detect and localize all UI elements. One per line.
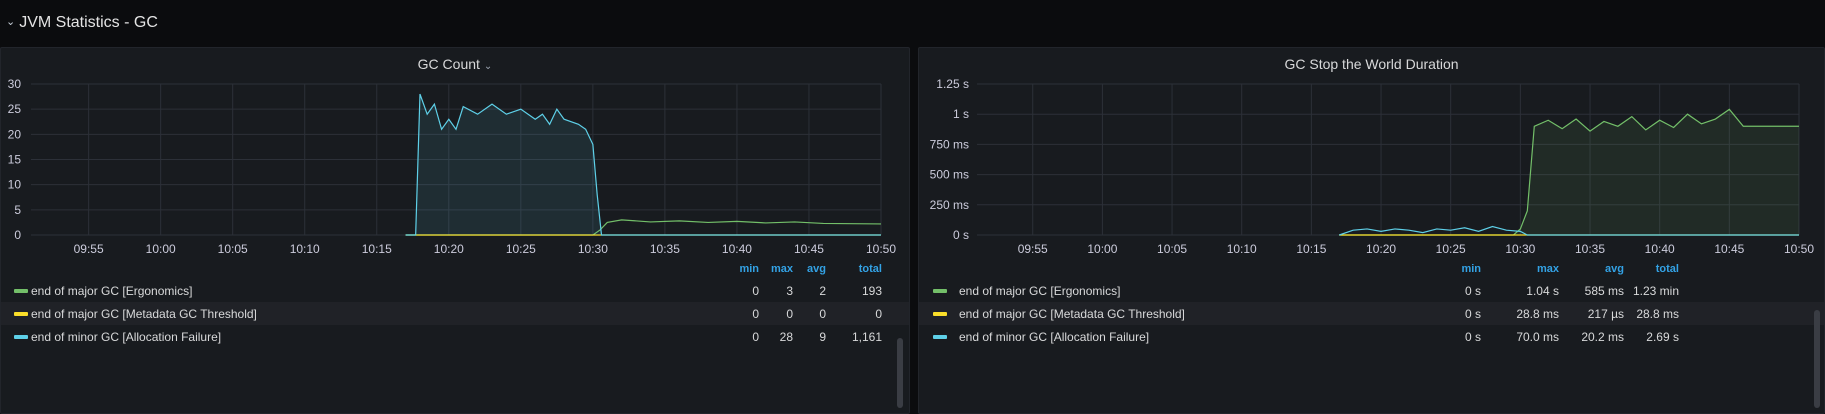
legend-value-max: 3 bbox=[786, 284, 793, 298]
legend-header-total[interactable]: total bbox=[1656, 263, 1679, 275]
gc-stw-duration-chart[interactable]: 0 s 250 ms 500 ms 750 ms 1 s 1.25 s 09:55 10:00… bbox=[919, 48, 1825, 308]
x-tick-label: 10:05 bbox=[218, 242, 248, 256]
chevron-down-icon[interactable]: ⌄ bbox=[6, 15, 15, 28]
legend-header-avg[interactable]: avg bbox=[807, 263, 826, 275]
legend-header-min[interactable]: min bbox=[1461, 263, 1481, 275]
x-tick-label: 10:40 bbox=[1645, 242, 1675, 256]
legend-swatch[interactable] bbox=[933, 335, 947, 339]
x-tick-label: 10:00 bbox=[146, 242, 176, 256]
legend-value-avg: 9 bbox=[819, 330, 826, 344]
x-tick-label: 10:25 bbox=[506, 242, 536, 256]
legend-value-total: 28.8 ms bbox=[1636, 307, 1679, 321]
row-title[interactable]: ⌄ JVM Statistics - GC bbox=[6, 14, 158, 32]
y-tick-label: 1 s bbox=[953, 107, 969, 121]
legend-value-max: 0 bbox=[786, 307, 793, 321]
legend-value-total: 0 bbox=[875, 307, 882, 321]
legend-value-min: 0 s bbox=[1464, 307, 1481, 321]
y-tick-label: 750 ms bbox=[930, 137, 969, 151]
legend-value-max: 28.8 ms bbox=[1516, 307, 1559, 321]
gc-count-panel: GC Count ⌄ 0 5 10 15 20 25 30 09:55 10:00 10:05 10:… bbox=[0, 47, 910, 414]
legend-swatch[interactable] bbox=[14, 335, 28, 339]
x-tick-label: 10:00 bbox=[1087, 242, 1117, 256]
y-tick-label: 15 bbox=[8, 153, 22, 167]
y-tick-label: 0 bbox=[14, 228, 21, 242]
legend-value-max: 70.0 ms bbox=[1516, 330, 1559, 344]
legend-swatch[interactable] bbox=[933, 289, 947, 293]
x-tick-label: 09:55 bbox=[74, 242, 104, 256]
legend-series-name[interactable]: end of major GC [Ergonomics] bbox=[31, 284, 192, 298]
legend-value-total: 193 bbox=[861, 284, 882, 298]
y-tick-label: 10 bbox=[8, 178, 22, 192]
legend-scrollbar[interactable] bbox=[897, 338, 903, 408]
legend-value-min: 0 s bbox=[1464, 284, 1481, 298]
legend-row[interactable]: end of minor GC [Allocation Failure] 0 s 7… bbox=[919, 325, 1824, 348]
legend-row[interactable]: end of major GC [Metadata GC Threshold] 0… bbox=[1, 302, 909, 325]
x-tick-label: 10:10 bbox=[290, 242, 320, 256]
y-tick-label: 500 ms bbox=[930, 168, 969, 182]
x-tick-label: 10:45 bbox=[794, 242, 824, 256]
legend-series-name[interactable]: end of minor GC [Allocation Failure] bbox=[31, 330, 221, 344]
x-tick-label: 10:45 bbox=[1714, 242, 1744, 256]
x-tick-label: 10:50 bbox=[866, 242, 896, 256]
legend-swatch[interactable] bbox=[14, 312, 28, 316]
legend-series-name[interactable]: end of major GC [Ergonomics] bbox=[959, 284, 1120, 298]
y-tick-label: 25 bbox=[8, 102, 22, 116]
x-tick-label: 10:35 bbox=[650, 242, 680, 256]
legend-value-avg: 585 ms bbox=[1584, 284, 1624, 298]
legend-value-min: 0 bbox=[752, 284, 759, 298]
x-tick-label: 10:10 bbox=[1227, 242, 1257, 256]
legend-value-min: 0 bbox=[752, 330, 759, 344]
x-tick-label: 10:50 bbox=[1784, 242, 1814, 256]
x-tick-label: 10:15 bbox=[1296, 242, 1326, 256]
legend-header-total[interactable]: total bbox=[859, 263, 882, 275]
x-tick-label: 10:20 bbox=[1366, 242, 1396, 256]
legend-row[interactable]: end of major GC [Ergonomics] 0 s 1.04 s 585… bbox=[919, 279, 1824, 302]
legend-series-name[interactable]: end of major GC [Metadata GC Threshold] bbox=[31, 307, 257, 321]
legend-row[interactable]: end of major GC [Metadata GC Threshold] 0… bbox=[919, 302, 1824, 325]
y-tick-label: 250 ms bbox=[930, 198, 969, 212]
legend-swatch[interactable] bbox=[933, 312, 947, 316]
x-tick-label: 10:15 bbox=[362, 242, 392, 256]
series-area bbox=[1339, 109, 1799, 235]
legend-series-name[interactable]: end of minor GC [Allocation Failure] bbox=[959, 330, 1149, 344]
row-header[interactable]: ⌄ JVM Statistics - GC bbox=[0, 0, 1825, 46]
legend-row[interactable]: end of minor GC [Allocation Failure] 0 28 9… bbox=[1, 325, 909, 348]
x-tick-label: 10:20 bbox=[434, 242, 464, 256]
legend-value-avg: 217 µs bbox=[1587, 307, 1624, 321]
series-area bbox=[405, 94, 881, 235]
x-tick-label: 10:25 bbox=[1436, 242, 1466, 256]
y-tick-label: 5 bbox=[14, 203, 21, 217]
legend-value-total: 1,161 bbox=[851, 330, 882, 344]
legend-value-avg: 20.2 ms bbox=[1581, 330, 1624, 344]
legend-header-max[interactable]: max bbox=[771, 263, 793, 275]
legend-value-min: 0 bbox=[752, 307, 759, 321]
x-tick-label: 10:40 bbox=[722, 242, 752, 256]
x-tick-label: 10:35 bbox=[1575, 242, 1605, 256]
y-tick-label: 0 s bbox=[953, 228, 969, 242]
y-tick-label: 1.25 s bbox=[936, 77, 969, 91]
legend-header-max[interactable]: max bbox=[1537, 263, 1559, 275]
y-tick-label: 20 bbox=[8, 127, 22, 141]
row-title-text: JVM Statistics - GC bbox=[19, 14, 158, 31]
y-tick-label: 30 bbox=[8, 77, 22, 91]
x-tick-label: 10:30 bbox=[1505, 242, 1535, 256]
x-tick-label: 09:55 bbox=[1018, 242, 1048, 256]
legend-series-name[interactable]: end of major GC [Metadata GC Threshold] bbox=[959, 307, 1185, 321]
legend-value-min: 0 s bbox=[1464, 330, 1481, 344]
legend-scrollbar[interactable] bbox=[1814, 310, 1820, 408]
x-tick-label: 10:30 bbox=[578, 242, 608, 256]
legend-value-avg: 2 bbox=[819, 284, 826, 298]
legend-swatch[interactable] bbox=[14, 289, 28, 293]
legend-row[interactable]: end of major GC [Ergonomics] 0 3 2 193 bbox=[1, 279, 909, 302]
legend-value-max: 1.04 s bbox=[1526, 284, 1559, 298]
legend-header-avg[interactable]: avg bbox=[1605, 263, 1624, 275]
gc-stw-duration-panel: GC Stop the World Duration 0 s 250 ms 500 … bbox=[918, 47, 1825, 414]
legend-value-max: 28 bbox=[779, 330, 793, 344]
legend-value-total: 2.69 s bbox=[1646, 330, 1679, 344]
legend-value-avg: 0 bbox=[819, 307, 826, 321]
legend-value-total: 1.23 min bbox=[1632, 284, 1679, 298]
x-tick-label: 10:05 bbox=[1157, 242, 1187, 256]
legend-header-min[interactable]: min bbox=[739, 263, 759, 275]
